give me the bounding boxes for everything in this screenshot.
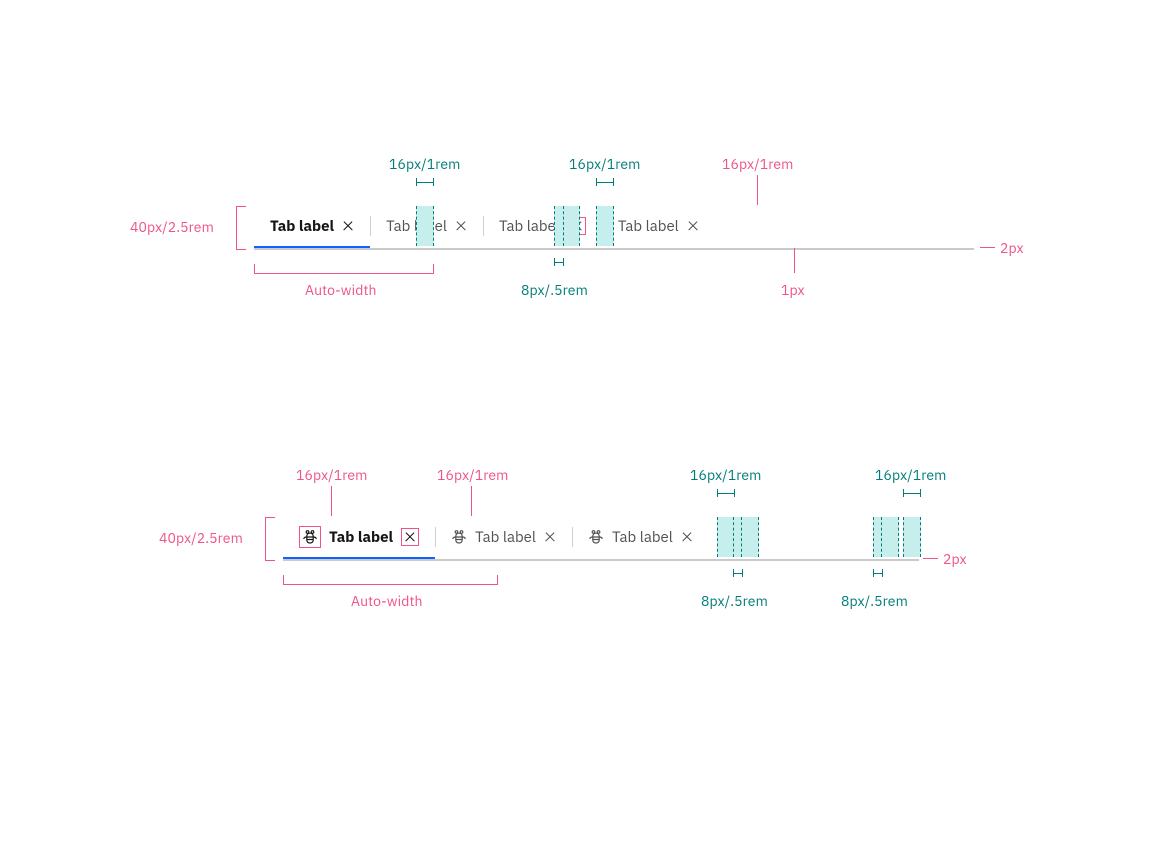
label-2px: 2px bbox=[943, 550, 967, 568]
padding-highlight bbox=[562, 206, 580, 246]
label-icon-16: 16px/1rem bbox=[296, 466, 368, 484]
ibeam-8 bbox=[554, 258, 564, 266]
label-8px: 8px/.5rem bbox=[701, 592, 768, 610]
height-bracket bbox=[236, 206, 246, 250]
tab[interactable]: Tab label bbox=[572, 517, 709, 557]
tab-label: Tab label bbox=[270, 217, 334, 236]
close-icon[interactable] bbox=[455, 220, 467, 232]
tab-label: Tab label bbox=[612, 528, 673, 547]
close-icon-highlight bbox=[401, 528, 419, 546]
tab-active[interactable]: Tab label bbox=[254, 206, 370, 246]
height-bracket bbox=[265, 517, 275, 561]
tab-active[interactable]: Tab label bbox=[283, 517, 435, 557]
tab-label: Tab label bbox=[329, 528, 393, 547]
bee-icon bbox=[588, 529, 604, 545]
tab[interactable]: Tab label bbox=[435, 517, 572, 557]
label-2px: 2px bbox=[1000, 239, 1024, 257]
close-icon[interactable] bbox=[681, 531, 693, 543]
leader-line bbox=[923, 558, 938, 559]
label-1px: 1px bbox=[781, 281, 805, 299]
leader-line bbox=[331, 486, 332, 516]
tab-bar-with-icons: Tab label Tab label Tab label bbox=[283, 517, 919, 561]
tab-label: Tab label bbox=[618, 217, 679, 236]
ibeam-16 bbox=[717, 489, 735, 497]
tab[interactable]: Tab label bbox=[602, 206, 715, 246]
padding-highlight bbox=[416, 206, 434, 246]
ibeam-8 bbox=[733, 569, 743, 577]
leader-line bbox=[471, 486, 472, 516]
bee-icon bbox=[451, 529, 467, 545]
label-height: 40px/2.5rem bbox=[159, 529, 243, 547]
tab[interactable]: Tab label bbox=[483, 206, 602, 246]
label-16px: 16px/1rem bbox=[875, 466, 947, 484]
bee-icon bbox=[302, 529, 318, 545]
gap-highlight bbox=[554, 206, 564, 246]
close-icon[interactable] bbox=[687, 220, 699, 232]
label-icon-16: 16px/1rem bbox=[722, 155, 794, 173]
label-16px: 16px/1rem bbox=[690, 466, 762, 484]
label-icon-16: 16px/1rem bbox=[437, 466, 509, 484]
leader-line bbox=[757, 175, 758, 205]
padding-highlight bbox=[741, 517, 759, 557]
tab-label: Tab label bbox=[475, 528, 536, 547]
label-8px: 8px/.5rem bbox=[521, 281, 588, 299]
tab-label: Tab label bbox=[499, 217, 560, 236]
tab-icon-highlight bbox=[299, 526, 321, 548]
leader-line bbox=[794, 248, 795, 273]
ibeam-8 bbox=[873, 569, 883, 577]
close-icon[interactable] bbox=[404, 531, 416, 543]
label-16px: 16px/1rem bbox=[389, 155, 461, 173]
tab-bar-basic: Tab label Tab label Tab label Tab label bbox=[254, 206, 974, 250]
padding-highlight bbox=[596, 206, 614, 246]
label-16px: 16px/1rem bbox=[569, 155, 641, 173]
close-icon[interactable] bbox=[342, 220, 354, 232]
width-bracket bbox=[254, 264, 434, 274]
label-height: 40px/2.5rem bbox=[130, 218, 214, 236]
close-icon[interactable] bbox=[544, 531, 556, 543]
padding-highlight bbox=[903, 517, 921, 557]
label-8px: 8px/.5rem bbox=[841, 592, 908, 610]
padding-highlight bbox=[881, 517, 899, 557]
label-auto-width: Auto-width bbox=[351, 592, 423, 610]
width-bracket bbox=[283, 575, 498, 585]
ibeam-16 bbox=[416, 178, 434, 186]
ibeam-16 bbox=[596, 178, 614, 186]
label-auto-width: Auto-width bbox=[305, 281, 377, 299]
leader-line bbox=[980, 247, 995, 248]
ibeam-16 bbox=[903, 489, 921, 497]
